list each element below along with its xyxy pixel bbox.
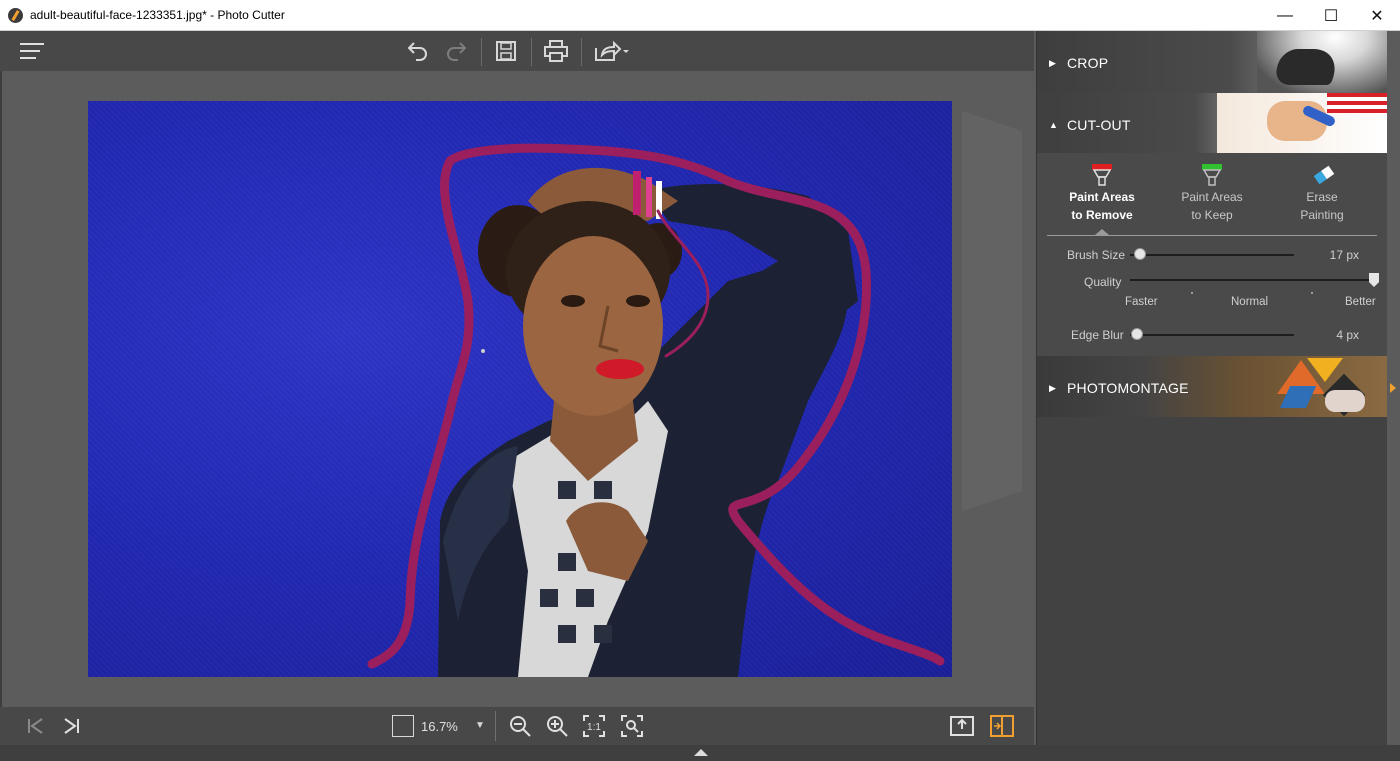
svg-text:1:1: 1:1 [587,722,601,733]
red-marker-icon [1091,163,1113,187]
green-marker-icon [1201,163,1223,187]
redo-icon[interactable] [442,37,470,65]
paint-remove-button[interactable]: Paint Areas to Remove [1052,163,1152,223]
maximize-button[interactable]: ☐ [1308,0,1354,31]
close-button[interactable]: ✕ [1354,0,1400,31]
compare-view-icon[interactable] [988,712,1016,740]
photomontage-section-header[interactable]: ▶ PHOTOMONTAGE [1037,356,1387,417]
photomontage-label: PHOTOMONTAGE [1067,380,1189,396]
erase-line2: Painting [1300,208,1344,222]
zoom-level[interactable]: 16.7% [421,719,458,734]
brush-size-value: 17 px [1329,248,1359,262]
last-image-icon[interactable] [57,712,85,740]
canvas-area[interactable] [0,71,1034,707]
export-icon[interactable] [948,712,976,740]
photomontage-banner-image [1267,356,1377,417]
eraser-icon [1311,163,1335,187]
crop-section-header[interactable]: ▶ CROP [1037,31,1387,93]
paint-remove-line1: Paint Areas [1069,190,1135,204]
panel-collapse-arrow-icon[interactable] [1390,383,1396,393]
quality-label: Quality [1084,275,1122,289]
title-bar: adult-beautiful-face-1233351.jpg* - Phot… [0,0,1400,31]
right-panel: ▶ CROP ▲ CUT-OUT Paint Areas to Remove P… [1036,31,1387,745]
expand-arrow-icon: ▶ [1049,383,1056,393]
panel-empty-area [1037,417,1387,745]
expand-filmstrip-icon[interactable] [694,749,708,756]
window-title: adult-beautiful-face-1233351.jpg* - Phot… [30,8,285,22]
minimize-button[interactable]: — [1262,0,1308,31]
paint-keep-line1: Paint Areas [1181,190,1243,204]
photo-canvas[interactable] [88,101,952,677]
brush-size-slider[interactable] [1130,254,1294,256]
quality-faster-label: Faster [1125,296,1158,308]
main-toolbar [0,31,1034,71]
zoom-out-icon[interactable] [506,712,534,740]
share-icon[interactable] [592,37,632,65]
cutout-banner-image [1217,93,1387,153]
crop-banner-image [1257,31,1387,93]
collapse-arrow-icon: ▲ [1049,120,1058,130]
first-image-icon[interactable] [22,712,50,740]
edge-blur-value: 4 px [1336,328,1359,342]
quality-slider[interactable] [1130,279,1374,281]
print-icon[interactable] [542,37,570,65]
edge-blur-thumb[interactable] [1130,328,1143,340]
crop-label: CROP [1067,55,1109,71]
erase-line1: Erase [1306,190,1338,204]
undo-icon[interactable] [404,37,432,65]
expand-arrow-icon: ▶ [1049,58,1056,68]
quality-better-label: Better [1345,296,1376,308]
paint-keep-button[interactable]: Paint Areas to Keep [1162,163,1262,223]
paint-keep-line2: to Keep [1191,208,1233,222]
paint-remove-line2: to Remove [1071,208,1133,222]
cutout-label: CUT-OUT [1067,117,1131,133]
brush-size-thumb[interactable] [1133,248,1146,260]
quality-thumb[interactable] [1369,273,1379,287]
zoom-in-icon[interactable] [543,712,571,740]
zoom-frame-icon[interactable] [392,715,414,737]
brush-size-label: Brush Size [1067,248,1126,262]
fit-to-window-icon[interactable] [618,712,646,740]
edge-blur-label: Edge Blur [1071,328,1124,342]
cutout-section-header[interactable]: ▲ CUT-OUT [1037,93,1387,153]
zoom-dropdown-arrow[interactable]: ▼ [475,720,485,731]
quality-normal-label: Normal [1231,296,1269,308]
menu-icon[interactable] [18,37,46,65]
remove-brush-stroke [367,143,945,669]
bottom-toolbar: 16.7% ▼ 1:1 [0,707,1034,745]
actual-size-icon[interactable]: 1:1 [580,712,608,740]
app-logo-icon [8,8,23,23]
erase-painting-button[interactable]: Erase Painting [1272,163,1372,223]
save-icon[interactable] [492,37,520,65]
edge-blur-slider[interactable] [1130,334,1294,336]
cutout-controls: Paint Areas to Remove Paint Areas to Kee… [1037,153,1387,356]
